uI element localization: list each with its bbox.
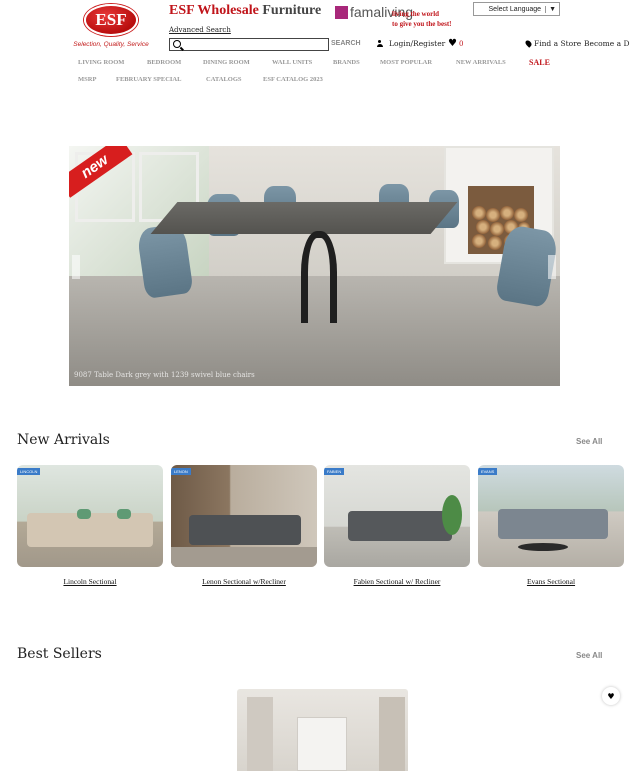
product-card[interactable]: FABIEN Fabien Sectional w/ Recliner xyxy=(324,465,470,586)
product-tag: LENON xyxy=(171,468,191,475)
famaliving-slogan-line1: living the world xyxy=(392,10,440,18)
sofa-shape xyxy=(27,513,153,547)
best-seller-image[interactable] xyxy=(237,689,408,771)
new-arrivals-title: New Arrivals xyxy=(17,432,110,448)
dining-table xyxy=(150,202,458,234)
nav-wall-units[interactable]: WALL UNITS xyxy=(272,59,312,66)
brand-title-dark: Furniture xyxy=(262,3,322,18)
heart-icon[interactable]: ♥ xyxy=(602,687,620,705)
wardrobe-shape xyxy=(379,697,405,771)
become-dealer-link[interactable]: Become a D xyxy=(584,39,629,48)
hero-caption: 9087 Table Dark grey with 1239 swivel bl… xyxy=(74,371,255,379)
table-base xyxy=(301,231,337,323)
search-button[interactable]: SEARCH xyxy=(331,40,361,47)
product-image[interactable]: LINCOLN xyxy=(17,465,163,567)
nav-msrp[interactable]: MSRP xyxy=(78,76,96,83)
nav-bedroom[interactable]: BEDROOM xyxy=(147,59,181,66)
firewood xyxy=(472,234,486,248)
page: ESF Selection, Quality, Service ESF Whol… xyxy=(0,0,633,771)
wishlist-count: 0 xyxy=(458,39,464,48)
sofa-shape xyxy=(498,509,608,539)
product-image[interactable]: EVANS xyxy=(478,465,624,567)
famaliving-mark xyxy=(335,5,348,19)
login-register-link[interactable]: Login/Register xyxy=(377,39,445,48)
plant-shape xyxy=(442,495,462,535)
product-name[interactable]: Lincoln Sectional xyxy=(17,577,163,586)
login-register-label: Login/Register xyxy=(389,39,446,48)
language-select-label: Select Language xyxy=(488,5,542,13)
product-tag: EVANS xyxy=(478,468,498,475)
advanced-search-link[interactable]: Advanced Search xyxy=(169,26,231,34)
product-card[interactable]: LINCOLN Lincoln Sectional xyxy=(17,465,163,586)
logo-tagline: Selection, Quality, Service xyxy=(73,41,149,48)
sofa-shape xyxy=(348,511,452,541)
product-tag: FABIEN xyxy=(324,468,345,475)
nav-esf-catalog-2023[interactable]: ESF CATALOG 2023 xyxy=(263,76,323,83)
product-name[interactable]: Lenon Sectional w/Recliner xyxy=(171,577,317,586)
firewood xyxy=(500,206,514,220)
search-icon xyxy=(173,40,181,48)
chevron-left-icon[interactable] xyxy=(72,255,80,279)
heart-icon: ♥ xyxy=(448,38,457,49)
product-card[interactable]: LENON Lenon Sectional w/Recliner xyxy=(171,465,317,586)
wardrobe-shape xyxy=(247,697,273,771)
map-pin-icon xyxy=(524,39,533,48)
find-store-link[interactable]: Find a Store xyxy=(524,39,582,48)
brand-title[interactable]: ESF Wholesale Furniture xyxy=(169,3,321,19)
nav-dining-room[interactable]: DINING ROOM xyxy=(203,59,250,66)
table-shape xyxy=(518,543,568,551)
chevron-down-icon: ▼ xyxy=(545,5,556,13)
find-store-label: Find a Store xyxy=(534,39,582,48)
esf-logo[interactable]: ESF Selection, Quality, Service xyxy=(70,4,152,48)
user-icon xyxy=(377,40,386,47)
firewood xyxy=(472,206,486,220)
nav-new-arrivals[interactable]: NEW ARRIVALS xyxy=(456,59,506,66)
language-select[interactable]: Select Language ▼ xyxy=(473,2,560,16)
hero-slider[interactable]: new 9087 Table Dark grey with 1239 swive… xyxy=(69,146,560,386)
logo-mark: ESF xyxy=(84,4,138,36)
best-sellers-see-all[interactable]: See All xyxy=(576,651,602,660)
firewood xyxy=(488,236,502,250)
nav-catalogs[interactable]: CATALOGS xyxy=(206,76,242,83)
nav-brands[interactable]: BRANDS xyxy=(333,59,360,66)
product-tag: LINCOLN xyxy=(17,468,41,475)
sofa-shape xyxy=(189,515,301,545)
wishlist-link[interactable]: ♥ 0 xyxy=(448,38,463,49)
nav-living-room[interactable]: LIVING ROOM xyxy=(78,59,124,66)
best-sellers-title: Best Sellers xyxy=(17,646,102,662)
firewood xyxy=(476,220,490,234)
product-image[interactable]: LENON xyxy=(171,465,317,567)
famaliving-slogan-line2: to give you the best! xyxy=(392,20,452,28)
nav-sale[interactable]: SALE xyxy=(529,58,550,67)
nav-february-special[interactable]: FEBRUARY SPECIAL xyxy=(116,76,181,83)
product-name[interactable]: Fabien Sectional w/ Recliner xyxy=(324,577,470,586)
chevron-right-icon[interactable] xyxy=(548,255,556,279)
search-input[interactable] xyxy=(169,38,329,51)
product-card[interactable]: EVANS Evans Sectional xyxy=(478,465,624,586)
firewood xyxy=(486,208,500,222)
famaliving-slogan: living the world to give you the best! xyxy=(392,9,452,29)
cushion-shape xyxy=(77,509,91,519)
product-name[interactable]: Evans Sectional xyxy=(478,577,624,586)
headboard-shape xyxy=(297,717,347,771)
new-arrivals-see-all[interactable]: See All xyxy=(576,437,602,446)
nav-most-popular[interactable]: MOST POPULAR xyxy=(380,59,432,66)
firewood xyxy=(490,222,504,236)
product-image[interactable]: FABIEN xyxy=(324,465,470,567)
cushion-shape xyxy=(117,509,131,519)
brand-title-red: ESF Wholesale xyxy=(169,3,259,18)
floor-shape xyxy=(171,547,317,567)
firewood xyxy=(514,208,528,222)
